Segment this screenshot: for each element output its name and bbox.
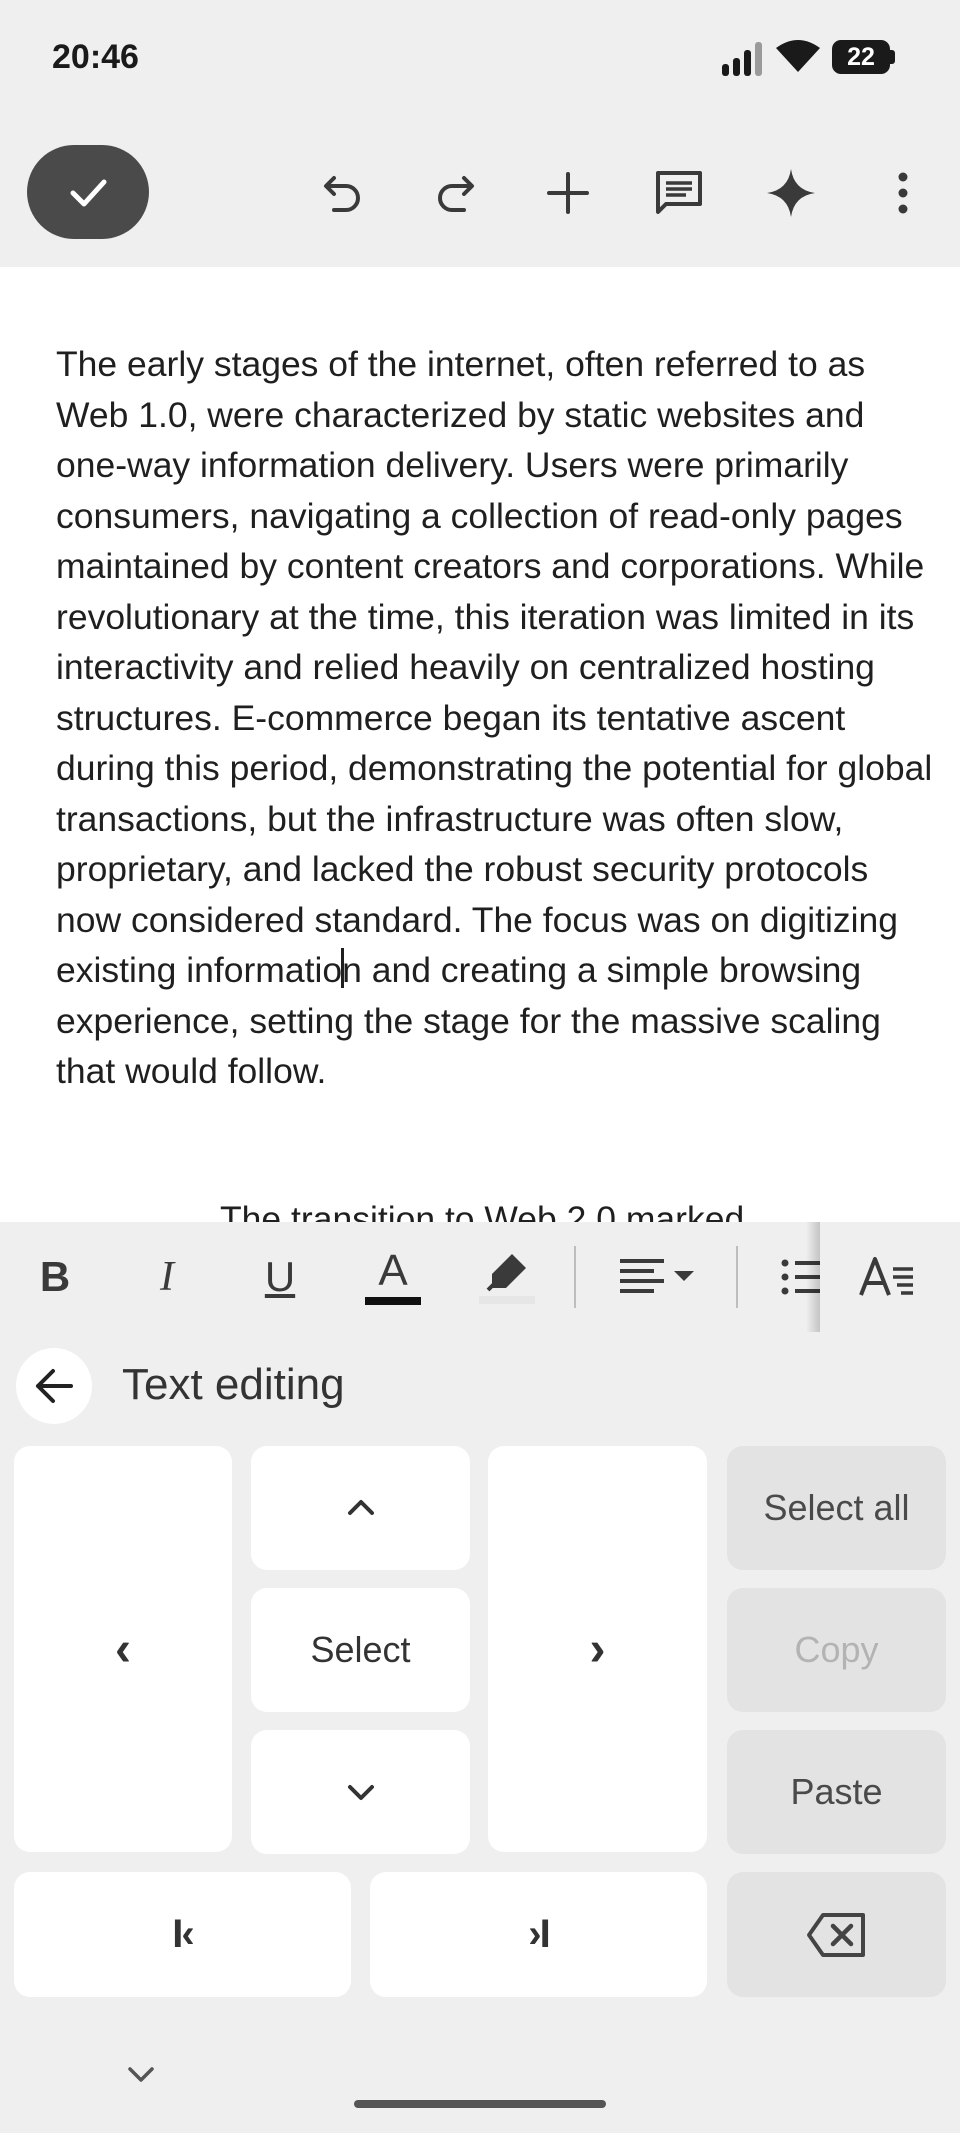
next-paragraph[interactable]: The transition to Web 2.0 marked	[220, 1199, 744, 1222]
text-before-cursor: The early stages of the internet, often …	[56, 344, 933, 990]
select-all-label: Select all	[763, 1487, 910, 1528]
panel-title: Text editing	[122, 1360, 345, 1409]
text-color-button[interactable]: A	[356, 1240, 430, 1314]
more-options-button[interactable]	[868, 158, 938, 228]
comment-button[interactable]	[644, 158, 714, 228]
copy-label: Copy	[794, 1629, 879, 1670]
format-divider	[736, 1246, 738, 1308]
bold-label: B	[39, 1253, 71, 1300]
insert-button[interactable]	[533, 158, 603, 228]
paste-label: Paste	[790, 1771, 883, 1812]
highlighter-icon	[486, 1254, 526, 1292]
arrow-left-icon	[36, 1369, 73, 1403]
redo-button[interactable]	[420, 158, 490, 228]
gemini-button[interactable]	[756, 158, 826, 228]
backspace-icon	[806, 1912, 865, 1957]
status-time: 20:46	[52, 38, 139, 76]
highlight-swatch	[479, 1296, 535, 1304]
line-end-icon: ›I	[528, 1912, 550, 1956]
battery-tip	[890, 50, 895, 64]
document-paragraph[interactable]: The early stages of the internet, often …	[56, 339, 936, 1097]
chevron-left-icon: ‹	[115, 1622, 131, 1676]
italic-label: I	[160, 1254, 174, 1300]
wifi-icon	[776, 40, 820, 72]
collapse-keyboard-icon[interactable]	[122, 2060, 160, 2090]
select-label: Select	[310, 1629, 411, 1670]
format-divider	[574, 1246, 576, 1308]
home-indicator[interactable]	[354, 2100, 606, 2108]
battery-indicator: 22	[832, 40, 890, 74]
backspace-key[interactable]	[727, 1872, 946, 1997]
undo-button[interactable]	[308, 158, 378, 228]
cursor-down-key[interactable]	[251, 1730, 470, 1854]
chevron-right-icon: ›	[589, 1622, 606, 1676]
check-icon	[70, 179, 107, 207]
signal-icon	[722, 42, 762, 76]
cursor-up-key[interactable]	[251, 1446, 470, 1570]
more-vert-icon	[898, 172, 908, 214]
cursor-left-key[interactable]: ‹	[14, 1446, 232, 1852]
underline-label: U	[264, 1253, 296, 1300]
align-button[interactable]	[610, 1240, 706, 1314]
bold-button[interactable]: B	[18, 1240, 92, 1314]
select-all-key[interactable]: Select all	[727, 1446, 946, 1570]
underline-button[interactable]: U	[243, 1240, 317, 1314]
sparkle-icon	[767, 169, 815, 217]
chevron-down-icon	[347, 1785, 374, 1800]
text-color-swatch	[365, 1297, 421, 1305]
undo-icon	[324, 176, 360, 212]
cursor-right-key[interactable]: ›	[488, 1446, 707, 1852]
select-key[interactable]: Select	[251, 1588, 470, 1712]
format-bar-fade	[806, 1222, 820, 1332]
copy-key[interactable]: Copy	[727, 1588, 946, 1712]
text-color-label: A	[378, 1246, 408, 1295]
line-start-icon: I‹	[172, 1912, 194, 1956]
chevron-up-icon	[347, 1500, 374, 1515]
done-button[interactable]	[27, 145, 149, 239]
line-start-key[interactable]: I‹	[14, 1872, 351, 1997]
italic-button[interactable]: I	[130, 1240, 204, 1314]
align-left-icon	[620, 1259, 694, 1293]
paste-key[interactable]: Paste	[727, 1730, 946, 1854]
comment-icon	[656, 171, 702, 214]
redo-icon	[438, 176, 474, 212]
plus-icon	[547, 172, 589, 214]
document-canvas[interactable]: The early stages of the internet, often …	[0, 267, 960, 1222]
text-format-icon	[859, 1257, 913, 1296]
line-end-key[interactable]: ›I	[370, 1872, 707, 1997]
highlight-button[interactable]	[470, 1240, 544, 1314]
text-style-button[interactable]	[842, 1240, 932, 1314]
back-button[interactable]	[16, 1348, 92, 1424]
